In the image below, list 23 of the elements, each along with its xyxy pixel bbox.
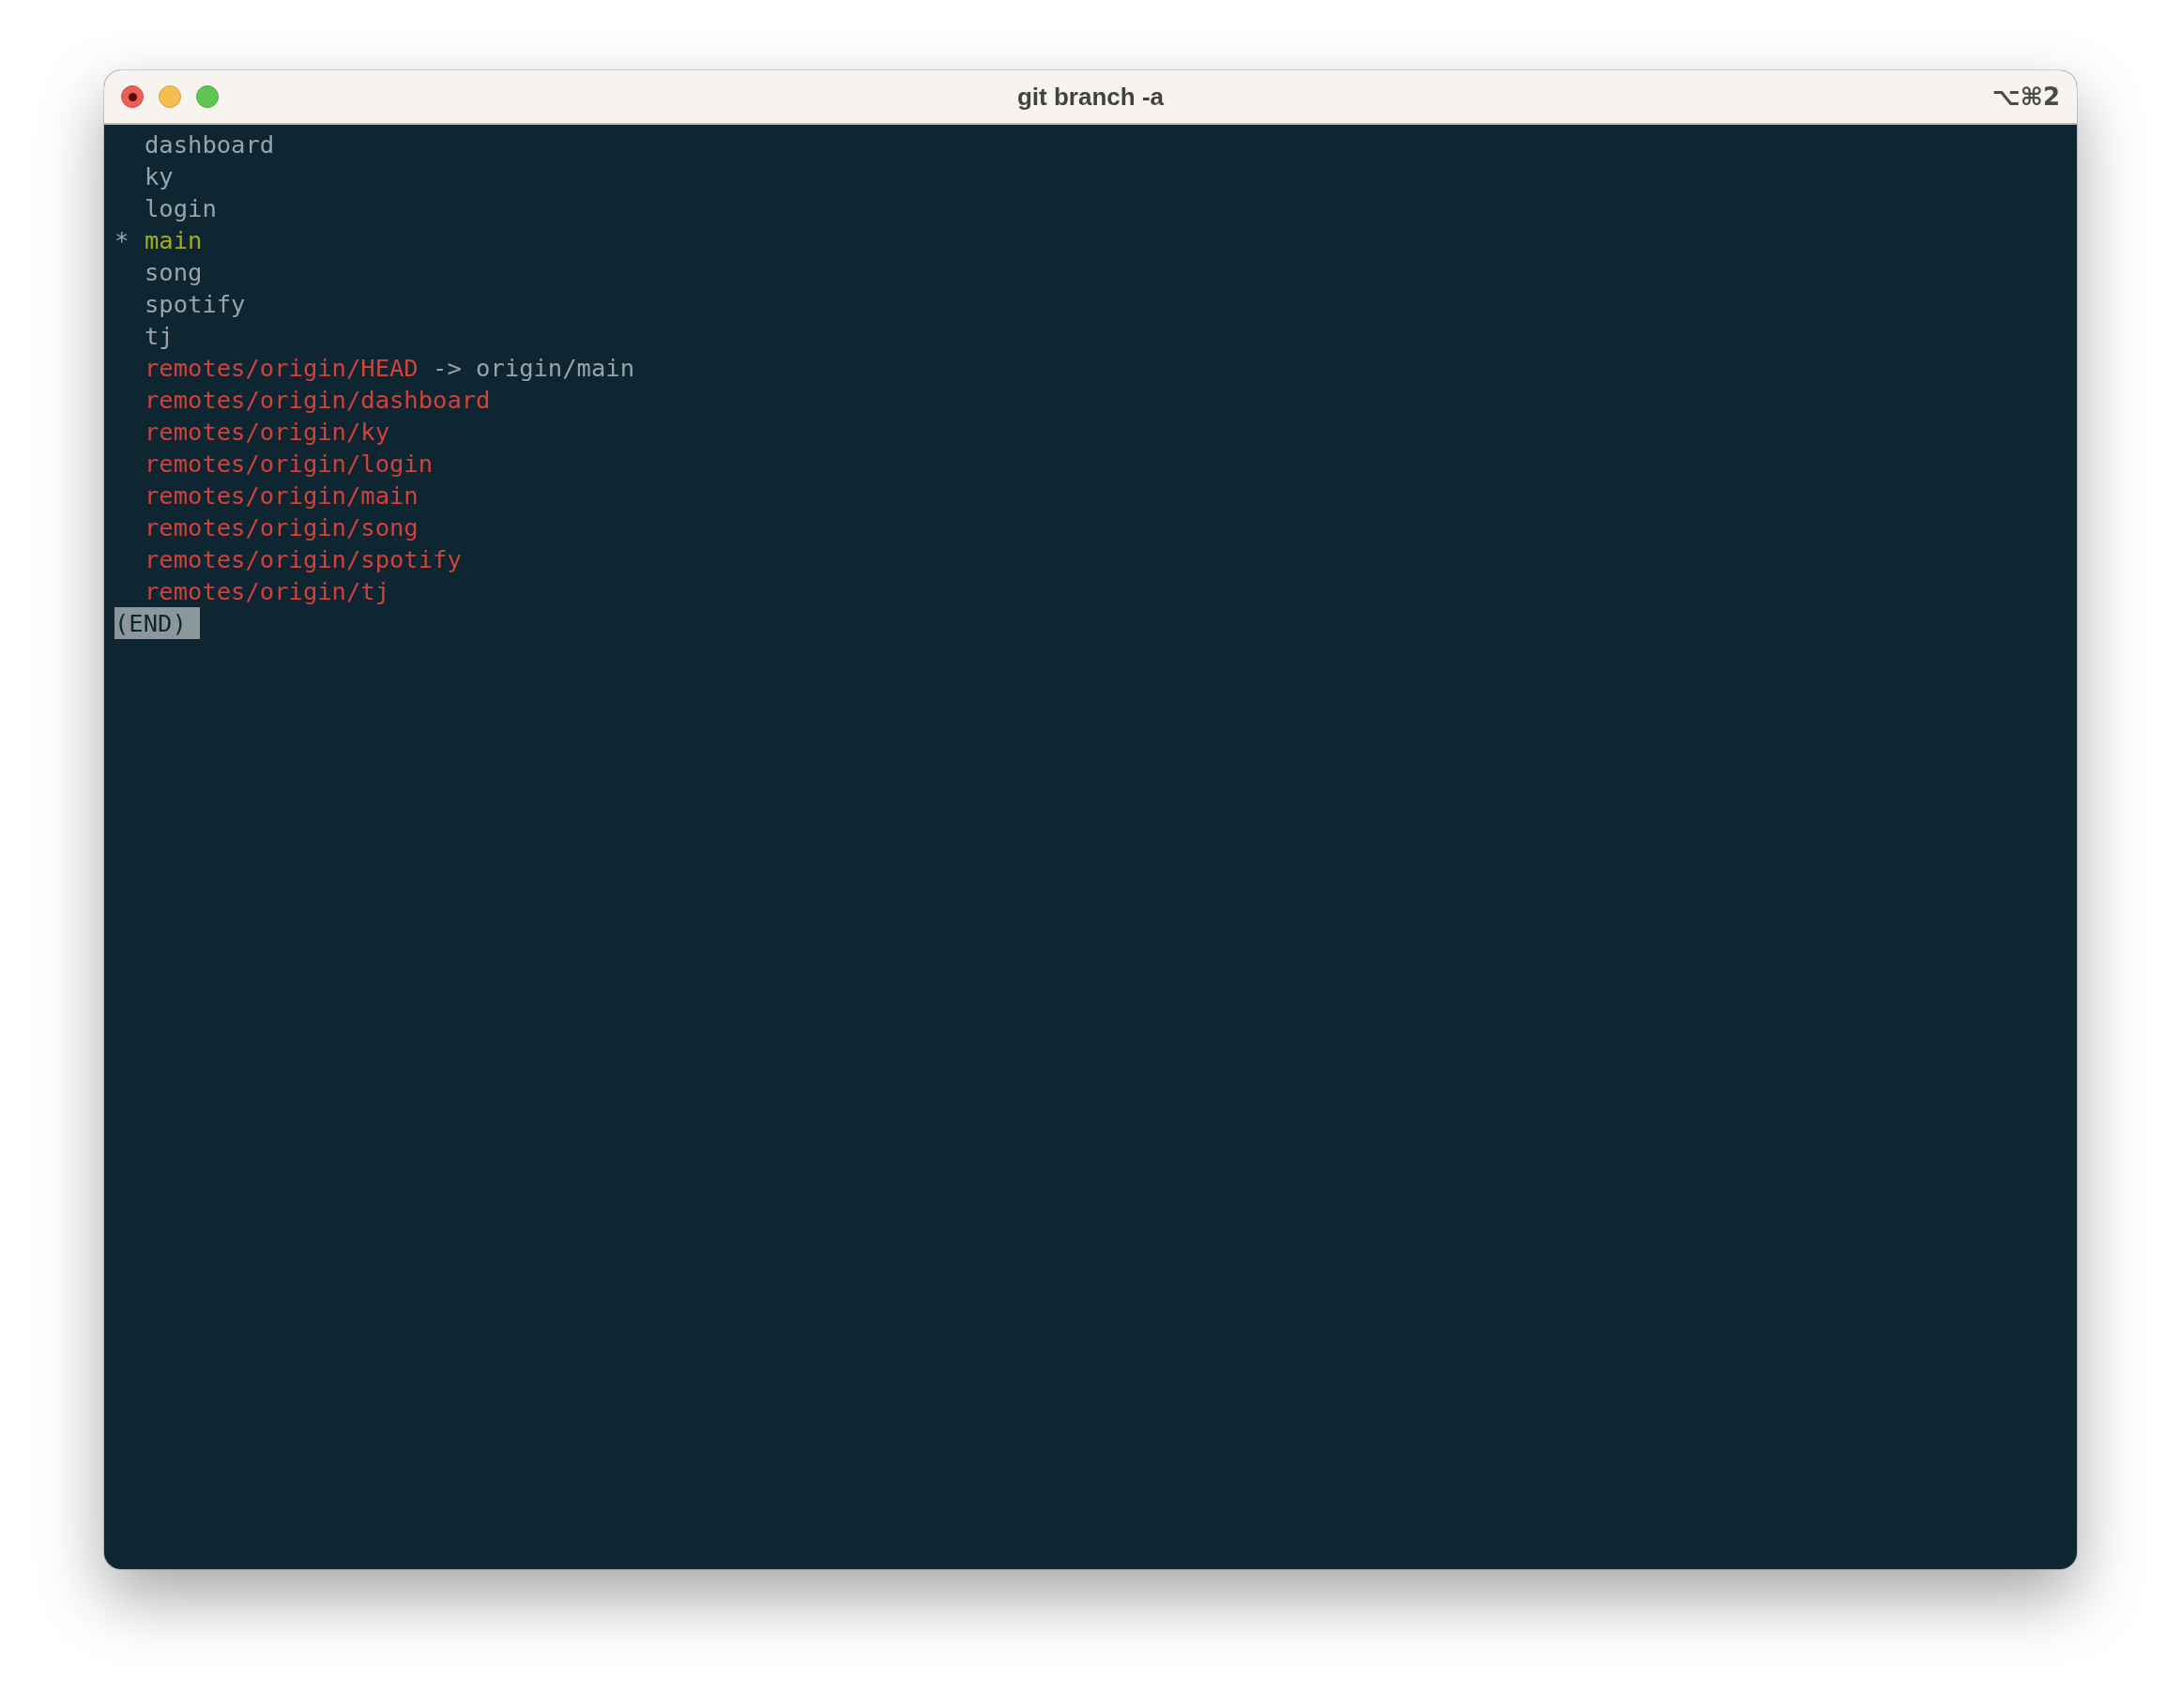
remote-branch-name: remotes/origin/song — [145, 512, 419, 543]
keyboard-shortcut: ⌥⌘2 — [1991, 83, 2060, 111]
minimize-button[interactable] — [159, 85, 181, 108]
remote-branch-name: remotes/origin/spotify — [145, 544, 462, 575]
window-title: git branch -a — [1017, 82, 1164, 111]
branch-name: song — [145, 257, 203, 288]
remote-branch-name: remotes/origin/main — [145, 480, 419, 511]
remote-branch-name: remotes/origin/ky — [145, 417, 389, 448]
branch-name: login — [145, 193, 217, 224]
pager-end-indicator: (END) — [114, 607, 200, 639]
maximize-button[interactable] — [196, 85, 219, 108]
remote-branch-name: remotes/origin/dashboard — [145, 385, 491, 416]
branch-pointer: -> origin/main — [433, 353, 634, 384]
branch-name: tj — [145, 321, 174, 352]
remote-branch-name: remotes/origin/login — [145, 449, 434, 480]
close-button[interactable] — [121, 85, 144, 108]
remote-branch-name: remotes/origin/tj — [145, 576, 389, 607]
branch-name: dashboard — [145, 130, 275, 160]
current-branch-name: main — [145, 225, 203, 256]
branch-name: ky — [145, 161, 174, 192]
current-branch-marker: * — [114, 226, 130, 254]
remote-branch-name: remotes/origin/HEAD — [145, 353, 419, 384]
branch-name: spotify — [145, 289, 246, 320]
